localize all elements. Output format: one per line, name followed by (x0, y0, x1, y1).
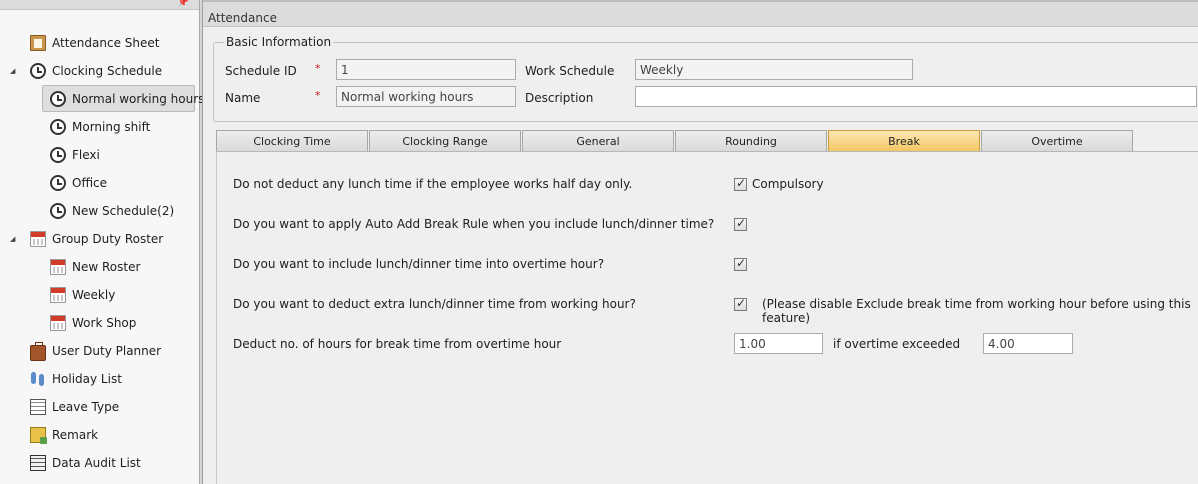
tree-item-label: Flexi (72, 148, 100, 162)
note-icon (30, 427, 47, 444)
clock-icon (50, 90, 66, 107)
main-panel: Attendance Basic Information Schedule ID… (202, 0, 1198, 484)
pin-icon[interactable]: 📌 (178, 0, 189, 8)
tree-item-label: User Duty Planner (52, 344, 162, 358)
compulsory-label: Compulsory (752, 177, 824, 191)
deduct-hours-field[interactable] (734, 333, 823, 354)
overtime-exceeded-field[interactable] (983, 333, 1073, 354)
include-lunch-overtime-checkbox[interactable] (734, 256, 747, 271)
basic-information-group: Basic Information (213, 35, 1198, 122)
tree-item-label: Morning shift (72, 120, 151, 134)
auto-add-break-checkbox[interactable] (734, 216, 747, 231)
tree-item-weekly[interactable]: Weekly (50, 282, 115, 308)
required-mark: * (315, 62, 321, 75)
tab-overtime[interactable]: Overtime (981, 130, 1133, 152)
group-legend: Basic Information (224, 35, 334, 49)
expand-collapse-icon[interactable]: ◢ (10, 58, 20, 84)
deduct-extra-lunch-checkbox[interactable] (734, 296, 747, 311)
tree-item-label: Normal working hours (72, 91, 205, 106)
tree-item-new-roster[interactable]: New Roster (50, 254, 140, 280)
briefcase-icon (30, 342, 46, 361)
tree-item-clocking-schedule[interactable]: Clocking Schedule (30, 58, 162, 84)
expander-glyph: ◢ (10, 235, 16, 243)
deduct-hours-label: Deduct no. of hours for break time from … (233, 337, 562, 351)
tab-break[interactable]: Break (828, 130, 980, 152)
tree-item-normal-working-hours[interactable]: Normal working hours (42, 85, 204, 112)
tree-item-user-duty-planner[interactable]: User Duty Planner (30, 338, 161, 364)
navigation-sidebar: 📌 Attendance Sheet ◢ Clocking Schedule N… (0, 0, 204, 484)
tree-item-attendance-sheet[interactable]: Attendance Sheet (30, 30, 159, 56)
clock-icon (50, 175, 66, 191)
tree-item-holiday-list[interactable]: Holiday List (30, 366, 122, 392)
clock-icon (50, 119, 66, 135)
panel-title: Attendance (208, 11, 277, 25)
break-tab-panel: Do not deduct any lunch time if the empl… (216, 151, 1198, 484)
question-deduct-extra-lunch: Do you want to deduct extra lunch/dinner… (233, 297, 636, 311)
tree-item-label: Attendance Sheet (52, 36, 160, 50)
calendar-icon (50, 259, 66, 275)
tree-item-label: Weekly (72, 288, 116, 302)
panel-title-bar: Attendance (203, 0, 1198, 27)
sidebar-header: 📌 (0, 0, 199, 10)
tab-clocking-range[interactable]: Clocking Range (369, 130, 521, 152)
work-schedule-field[interactable] (635, 59, 913, 80)
name-label: Name (225, 91, 261, 105)
tree-item-leave-type[interactable]: Leave Type (30, 394, 119, 420)
overtime-exceeded-label: if overtime exceeded (833, 337, 961, 351)
tree-item-label: Holiday List (52, 372, 122, 386)
description-field[interactable] (635, 86, 1197, 107)
calendar-icon (30, 231, 46, 247)
compulsory-checkbox[interactable] (734, 176, 747, 191)
tree-item-flexi[interactable]: Flexi (50, 142, 100, 168)
tree-item-new-schedule[interactable]: New Schedule(2) (50, 198, 174, 224)
clock-icon (50, 203, 66, 219)
tree-item-label: Clocking Schedule (52, 64, 163, 78)
tree-item-morning-shift[interactable]: Morning shift (50, 114, 150, 140)
list-icon (30, 455, 46, 471)
tree-item-label: Leave Type (52, 400, 120, 414)
tree-item-label: Remark (52, 428, 99, 442)
tree-item-office[interactable]: Office (50, 170, 107, 196)
clock-icon (30, 63, 46, 79)
tree-item-group-duty-roster[interactable]: Group Duty Roster (30, 226, 163, 252)
question-include-lunch-overtime: Do you want to include lunch/dinner time… (233, 257, 605, 271)
schedule-id-field[interactable] (336, 59, 516, 80)
clock-icon (50, 147, 66, 163)
tree-item-remark[interactable]: Remark (30, 422, 98, 448)
question-half-day-lunch: Do not deduct any lunch time if the empl… (233, 177, 633, 191)
tab-general[interactable]: General (522, 130, 674, 152)
question-auto-add-break: Do you want to apply Auto Add Break Rule… (233, 217, 715, 231)
tree-item-label: New Roster (72, 260, 141, 274)
calendar-icon (50, 315, 66, 331)
required-mark: * (315, 89, 321, 102)
expand-collapse-icon[interactable]: ◢ (10, 226, 20, 252)
deduct-extra-lunch-note: (Please disable Exclude break time from … (762, 297, 1191, 325)
name-field[interactable] (336, 86, 516, 107)
tree-item-data-audit-list[interactable]: Data Audit List (30, 450, 141, 476)
work-schedule-label: Work Schedule (525, 64, 615, 78)
tab-rounding[interactable]: Rounding (675, 130, 827, 152)
description-label: Description (525, 91, 594, 105)
tree-item-work-shop[interactable]: Work Shop (50, 310, 136, 336)
expander-glyph: ◢ (10, 67, 16, 75)
sheet-icon (30, 35, 46, 51)
schedule-id-label: Schedule ID (225, 64, 297, 78)
tree-item-label: Group Duty Roster (52, 232, 164, 246)
tree-item-label: New Schedule(2) (72, 204, 175, 218)
tab-clocking-time[interactable]: Clocking Time (216, 130, 368, 152)
calendar-icon (50, 287, 66, 303)
footprints-icon (30, 371, 46, 387)
tree-item-label: Office (72, 176, 108, 190)
grid-icon (30, 399, 46, 415)
tree-item-label: Work Shop (72, 316, 137, 330)
tree-item-label: Data Audit List (52, 456, 141, 470)
